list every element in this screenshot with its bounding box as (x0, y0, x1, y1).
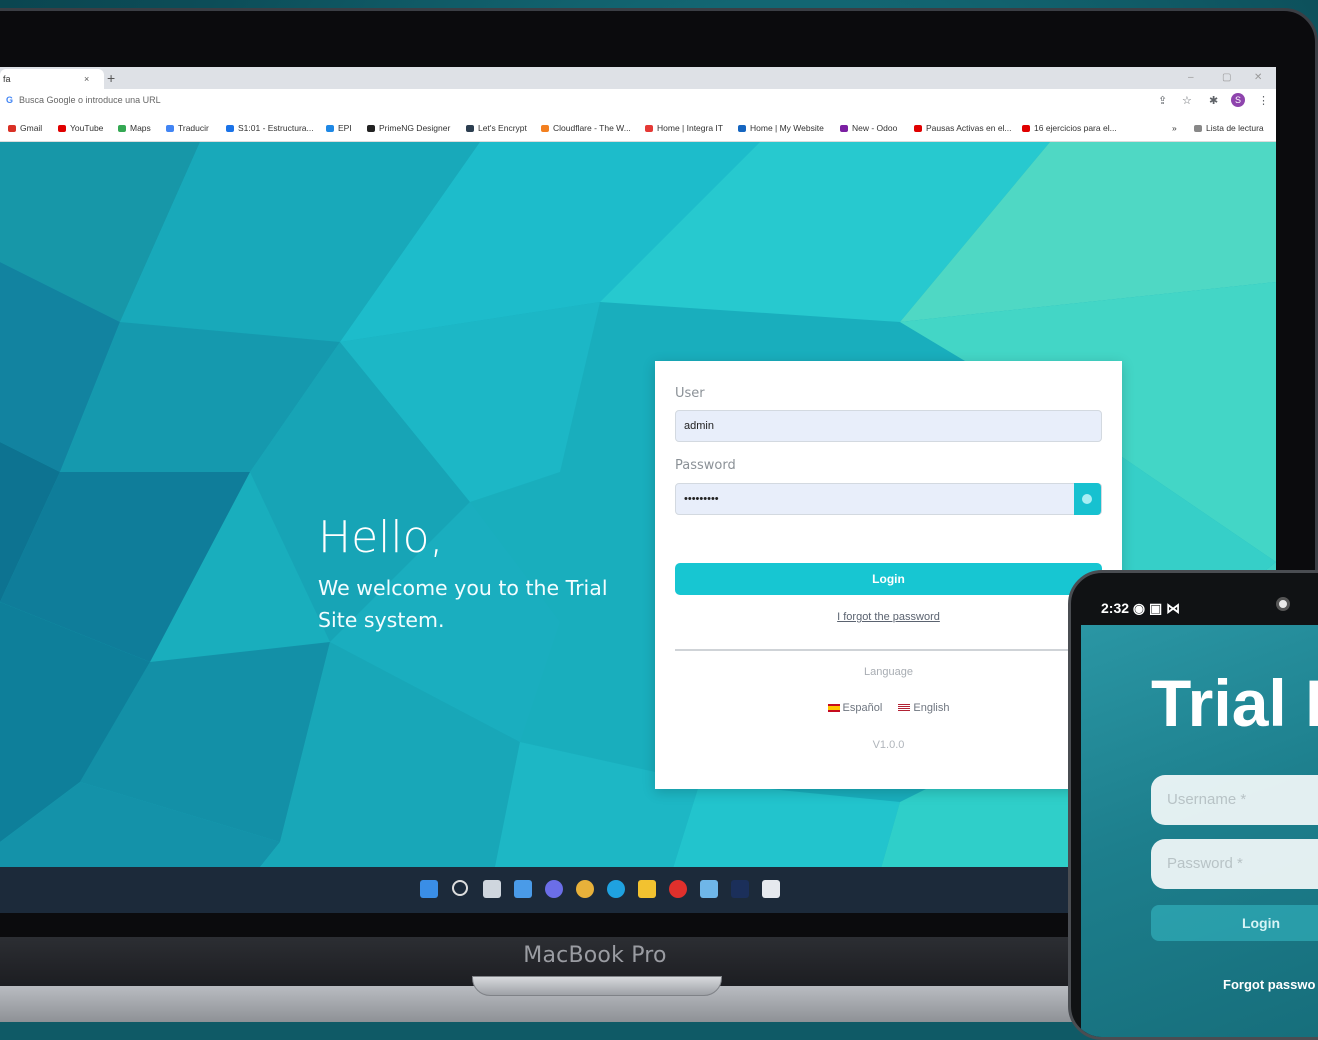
divider (675, 649, 1102, 651)
file-explorer-icon[interactable] (638, 880, 656, 898)
bookmark-epi[interactable]: EPI (326, 123, 352, 133)
login-button[interactable]: Login (675, 563, 1102, 595)
phone-device: 2:32 ◉ ▣ ⋈ Trial I Username * Password *… (1068, 570, 1318, 1040)
youtube-icon (1022, 125, 1030, 133)
language-title: Language (864, 666, 913, 678)
password-value: ••••••••• (684, 493, 719, 505)
site-icon (840, 125, 848, 133)
widgets-icon[interactable] (514, 880, 532, 898)
task-view-icon[interactable] (483, 880, 501, 898)
omnibox-placeholder: Busca Google o introduce una URL (19, 95, 161, 105)
bookmark-mywebsite[interactable]: Home | My Website (738, 123, 824, 133)
site-icon (226, 125, 234, 133)
status-icons: ◉ ▣ ⋈ (1132, 600, 1181, 616)
bookmark-structure[interactable]: S1:01 - Estructura... (226, 123, 314, 133)
browser-tab[interactable]: fa × (0, 69, 104, 89)
login-card: User admin Password ••••••••• Login I fo… (655, 361, 1122, 789)
bookmark-cloudflare[interactable]: Cloudflare - The W... (541, 123, 631, 133)
maps-icon (118, 125, 126, 133)
bookmark-integra[interactable]: Home | Integra IT (645, 123, 723, 133)
bookmark-maps[interactable]: Maps (118, 123, 151, 133)
language-en-option[interactable]: English (898, 702, 949, 714)
spain-flag-icon (827, 704, 840, 713)
address-bar: G Busca Google o introduce una URL ⇪ ☆ ✱ … (0, 89, 1276, 114)
laptop-brand: MacBook Pro (523, 943, 667, 968)
youtube-icon (58, 125, 66, 133)
chrome-icon[interactable] (576, 880, 594, 898)
more-bookmarks-icon[interactable]: » (1172, 123, 1177, 133)
translate-icon (166, 125, 174, 133)
bookmark-letsencrypt[interactable]: Let's Encrypt (466, 123, 527, 133)
greeting-heading: Hello, (318, 512, 444, 563)
phone-forgot-link[interactable]: Forgot passwo (1223, 977, 1315, 992)
menu-icon[interactable]: ⋮ (1258, 94, 1269, 108)
bookmark-youtube[interactable]: YouTube (58, 123, 103, 133)
star-icon[interactable]: ☆ (1182, 94, 1192, 108)
version-text: V1.0.0 (872, 739, 905, 751)
extensions-icon[interactable]: ✱ (1209, 94, 1218, 108)
site-icon (367, 125, 375, 133)
phone-status-bar: 2:32 ◉ ▣ ⋈ (1101, 600, 1180, 617)
user-input[interactable]: admin (675, 410, 1102, 442)
phone-login-button[interactable]: Login (1151, 905, 1318, 941)
camera-icon (1276, 597, 1290, 611)
omnibox[interactable]: G Busca Google o introduce una URL (6, 95, 161, 105)
photoshop-icon[interactable] (731, 880, 749, 898)
bookmark-gmail[interactable]: Gmail (8, 123, 42, 133)
forgot-password-link[interactable]: I forgot the password (655, 611, 1122, 623)
chat-icon[interactable] (545, 880, 563, 898)
start-icon[interactable] (420, 880, 438, 898)
reading-list-icon (1194, 125, 1202, 133)
site-icon (326, 125, 334, 133)
bookmarks-bar: Gmail YouTube Maps Traducir S1:01 - Estr… (0, 114, 1276, 142)
profile-avatar[interactable]: S (1231, 93, 1245, 107)
tab-title: fa (3, 74, 11, 84)
phone-screen: Trial I Username * Password * Login Forg… (1081, 625, 1318, 1037)
site-icon (738, 125, 746, 133)
share-icon[interactable]: ⇪ (1158, 94, 1167, 108)
phone-username-input[interactable]: Username * (1151, 775, 1318, 825)
user-label: User (675, 386, 705, 401)
language-es-option[interactable]: Español (827, 702, 882, 714)
phone-password-input[interactable]: Password * (1151, 839, 1318, 889)
phone-time: 2:32 (1101, 600, 1130, 616)
google-icon: G (6, 95, 14, 105)
language-options: Español English (655, 702, 1122, 714)
search-icon[interactable] (452, 880, 468, 896)
minimize-icon[interactable]: – (1188, 67, 1194, 89)
bookmark-primeng[interactable]: PrimeNG Designer (367, 123, 450, 133)
edge-icon[interactable] (607, 880, 625, 898)
laptop-notch (472, 976, 722, 996)
maximize-icon[interactable]: ▢ (1222, 67, 1231, 89)
tab-close-icon[interactable]: × (84, 69, 89, 89)
bookmark-translate[interactable]: Traducir (166, 123, 209, 133)
password-input[interactable]: ••••••••• (675, 483, 1102, 515)
snipping-tool-icon[interactable] (762, 880, 780, 898)
youtube-icon (914, 125, 922, 133)
opera-icon[interactable] (669, 880, 687, 898)
password-label: Password (675, 458, 736, 473)
site-icon (645, 125, 653, 133)
lock-icon (466, 125, 474, 133)
uk-flag-icon (898, 704, 911, 713)
reading-list[interactable]: Lista de lectura (1194, 123, 1264, 133)
phone-link-icon[interactable] (700, 880, 718, 898)
cloud-icon (541, 125, 549, 133)
close-window-icon[interactable]: ✕ (1254, 67, 1262, 89)
show-password-icon[interactable] (1074, 483, 1101, 515)
tab-bar: fa × + – ▢ ✕ (0, 67, 1276, 89)
bookmark-odoo[interactable]: New - Odoo (840, 123, 897, 133)
welcome-text: We welcome you to the Trial Site system. (318, 576, 608, 632)
bookmark-pausas[interactable]: Pausas Activas en el... (914, 123, 1012, 133)
bookmark-ejercicios[interactable]: 16 ejercicios para el... (1022, 123, 1117, 133)
new-tab-button[interactable]: + (107, 67, 115, 89)
phone-app-title: Trial I (1151, 666, 1318, 740)
gmail-icon (8, 125, 16, 133)
